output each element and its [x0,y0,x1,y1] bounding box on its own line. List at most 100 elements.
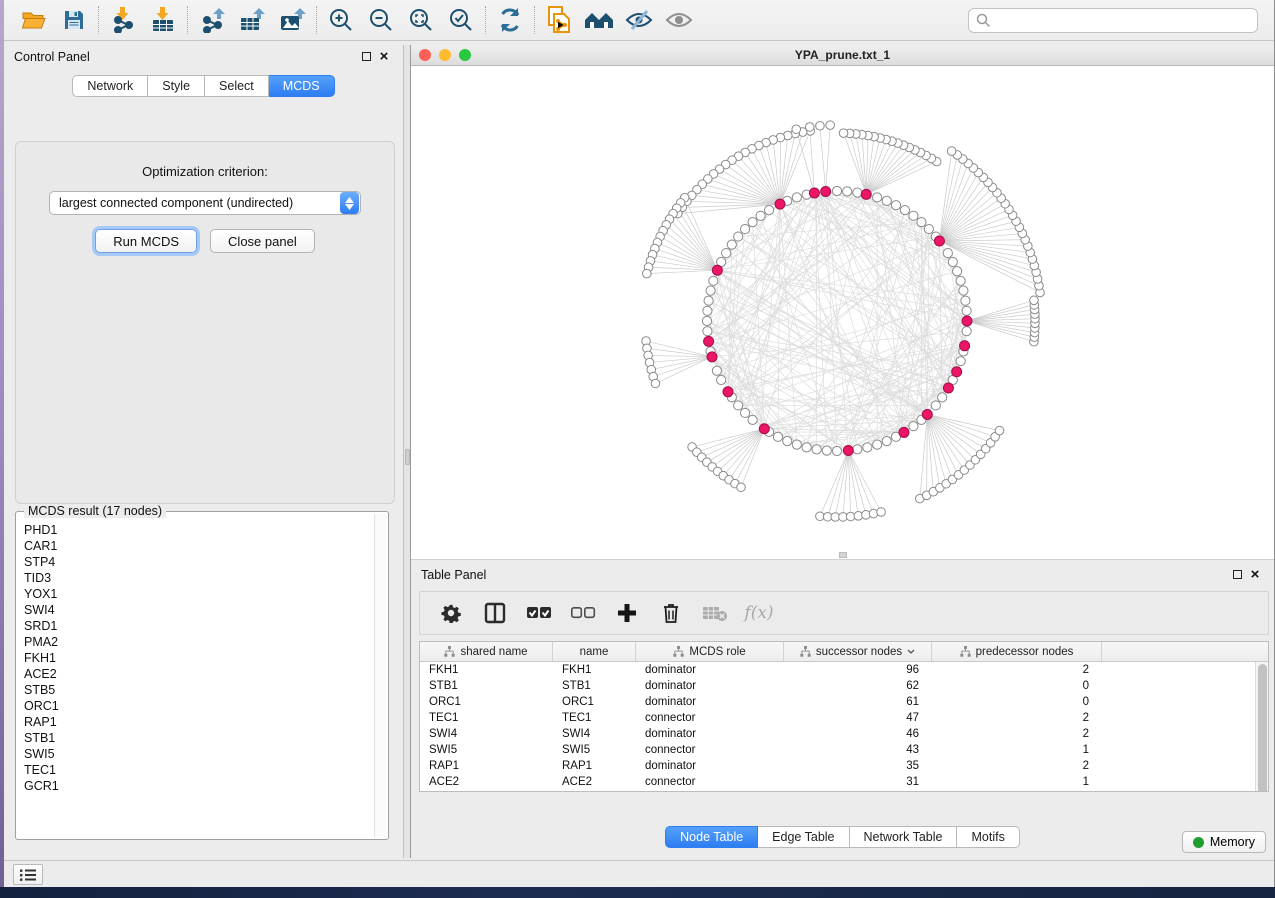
mcds-result-item[interactable]: STB1 [22,730,374,746]
network-node[interactable] [882,196,891,205]
network-node[interactable] [792,440,801,449]
network-node[interactable] [882,437,891,446]
network-node[interactable] [873,440,882,449]
close-panel-button[interactable]: × [375,48,393,66]
mcds-result-item[interactable]: TID3 [22,570,374,586]
network-node[interactable] [717,375,726,384]
mcds-result-item[interactable]: GCR1 [22,778,374,794]
table-row[interactable]: RAP1RAP1dominator352 [420,758,1268,774]
network-node[interactable] [961,296,970,305]
network-node[interactable] [877,508,886,517]
network-node[interactable] [709,276,718,285]
network-node[interactable] [843,187,852,196]
network-node[interactable] [802,443,811,452]
divider-handle[interactable] [405,449,410,465]
maximize-window-traffic-light[interactable] [459,49,471,61]
table-row[interactable]: TEC1TEC1connector472 [420,710,1268,726]
network-hub-node[interactable] [759,424,769,434]
homes-button[interactable] [579,3,619,37]
network-node[interactable] [816,121,825,130]
network-node[interactable] [853,445,862,454]
close-window-traffic-light[interactable] [419,49,431,61]
export-image-button[interactable] [272,3,312,37]
column-header-mcds-role[interactable]: MCDS role [636,642,784,661]
import-table-button[interactable] [143,3,183,37]
tab-select[interactable]: Select [205,75,269,97]
network-node[interactable] [826,121,835,130]
network-node[interactable] [995,426,1004,435]
column-header-name[interactable]: name [553,642,636,661]
search-input[interactable] [991,13,1250,27]
show-task-history-button[interactable] [13,864,43,885]
network-node[interactable] [712,366,721,375]
network-node[interactable] [832,186,841,195]
network-hub-node[interactable] [922,410,932,420]
toggle-column-panel-button[interactable] [480,597,510,629]
table-row[interactable]: YOX1YOX1connector291 [420,790,1268,792]
network-node[interactable] [948,257,957,266]
network-node[interactable] [956,357,965,366]
network-node[interactable] [1030,296,1039,305]
mcds-result-item[interactable]: ACE2 [22,666,374,682]
mcds-result-item[interactable]: YOX1 [22,586,374,602]
refresh-button[interactable] [490,3,530,37]
network-node[interactable] [924,224,933,233]
network-node[interactable] [783,437,792,446]
zoom-fit-button[interactable] [401,3,441,37]
tab-style[interactable]: Style [148,75,205,97]
network-node[interactable] [734,401,743,410]
network-hub-node[interactable] [843,446,853,456]
mcds-result-item[interactable]: SWI4 [22,602,374,618]
network-node[interactable] [702,316,711,325]
network-node[interactable] [909,422,918,431]
tab-edge-table[interactable]: Edge Table [758,826,849,848]
delete-column-button[interactable] [656,597,686,629]
deselect-all-button[interactable] [568,597,598,629]
table-row[interactable]: SWI5SWI5connector431 [420,742,1268,758]
network-hub-node[interactable] [809,188,819,198]
mcds-result-item[interactable]: PMA2 [22,634,374,650]
network-node[interactable] [943,248,952,257]
table-row[interactable]: ORC1ORC1dominator610 [420,694,1268,710]
save-session-button[interactable] [54,3,94,37]
network-node[interactable] [740,408,749,417]
network-node[interactable] [706,286,715,295]
network-node[interactable] [962,327,971,336]
column-header-predecessor-nodes[interactable]: predecessor nodes [932,642,1102,661]
network-hub-node[interactable] [775,199,785,209]
network-node[interactable] [748,218,757,227]
export-table-button[interactable] [232,3,272,37]
table-row[interactable]: STB1STB1dominator620 [420,678,1268,694]
network-node[interactable] [873,193,882,202]
hide-eye-button[interactable] [619,3,659,37]
mcds-result-item[interactable]: TEC1 [22,762,374,778]
network-hub-node[interactable] [934,236,944,246]
mcds-result-item[interactable]: FKH1 [22,650,374,666]
show-eye-button[interactable] [659,3,699,37]
network-hub-node[interactable] [943,383,953,393]
minimize-window-traffic-light[interactable] [439,49,451,61]
panel-divider[interactable] [403,45,411,858]
open-file-button[interactable] [14,3,54,37]
network-node[interactable] [748,415,757,424]
network-node[interactable] [734,232,743,241]
network-node[interactable] [727,240,736,249]
float-table-panel-button[interactable] [1228,566,1246,584]
table-settings-button[interactable] [436,597,466,629]
tab-node-table[interactable]: Node Table [665,826,758,848]
run-mcds-button[interactable]: Run MCDS [95,229,197,253]
network-hub-node[interactable] [899,427,909,437]
select-all-button[interactable] [524,597,554,629]
network-node[interactable] [643,269,652,278]
network-node[interactable] [947,147,956,156]
select-stepper-icon[interactable] [340,192,359,214]
network-node[interactable] [900,206,909,215]
network-node[interactable] [792,125,801,134]
network-node[interactable] [756,211,765,220]
mcds-result-item[interactable]: SRD1 [22,618,374,634]
mcds-result-item[interactable]: RAP1 [22,714,374,730]
mcds-result-item[interactable]: STP4 [22,554,374,570]
network-node[interactable] [953,267,962,276]
tab-network-table[interactable]: Network Table [850,826,958,848]
network-node[interactable] [773,432,782,441]
